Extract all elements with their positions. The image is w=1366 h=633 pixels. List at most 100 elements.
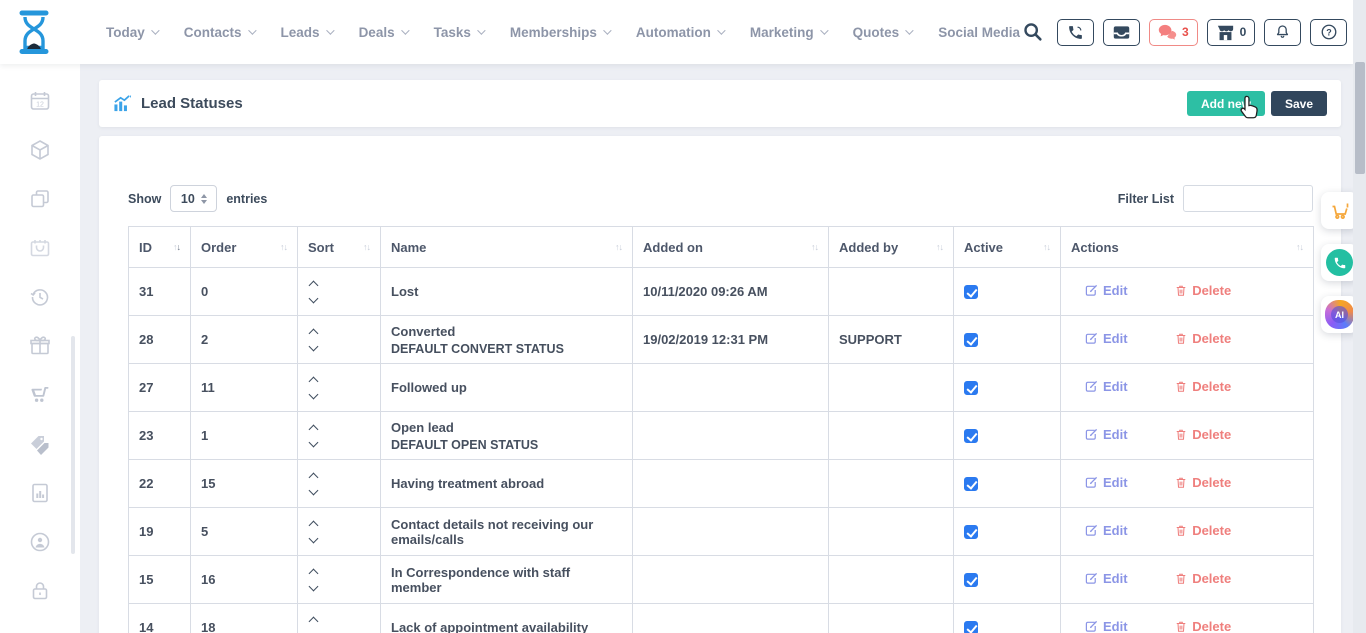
active-checkbox[interactable] bbox=[964, 285, 978, 299]
sidebar-item-pages[interactable] bbox=[0, 174, 80, 223]
sidebar-item-shop[interactable] bbox=[0, 370, 80, 419]
cell-sort bbox=[298, 268, 381, 316]
sidebar-item-account[interactable] bbox=[0, 517, 80, 566]
sidebar: 12 bbox=[0, 64, 80, 633]
move-up-button[interactable] bbox=[309, 328, 319, 338]
sidebar-item-gifts[interactable] bbox=[0, 321, 80, 370]
col-header-name[interactable]: Name↑↓ bbox=[381, 227, 633, 268]
move-down-button[interactable] bbox=[309, 389, 319, 399]
sidebar-item-security[interactable] bbox=[0, 566, 80, 615]
nav-item-quotes[interactable]: Quotes bbox=[853, 25, 912, 40]
cell-sort bbox=[298, 316, 381, 364]
move-down-button[interactable] bbox=[309, 437, 319, 447]
move-up-button[interactable] bbox=[309, 280, 319, 290]
phone-button[interactable] bbox=[1057, 19, 1094, 46]
move-up-button[interactable] bbox=[309, 424, 319, 434]
edit-link[interactable]: Edit bbox=[1085, 283, 1128, 298]
move-down-button[interactable] bbox=[309, 533, 319, 543]
nav-item-marketing[interactable]: Marketing bbox=[750, 25, 826, 40]
delete-link[interactable]: Delete bbox=[1175, 619, 1231, 633]
page-scrollbar-thumb[interactable] bbox=[1355, 62, 1365, 174]
nav-item-memberships[interactable]: Memberships bbox=[510, 25, 609, 40]
col-header-added-on[interactable]: Added on↑↓ bbox=[633, 227, 829, 268]
sidebar-item-packages[interactable] bbox=[0, 125, 80, 174]
add-new-button[interactable]: Add new bbox=[1187, 91, 1265, 116]
topbar-actions: 3 0 ? bbox=[1020, 17, 1366, 48]
cell-active bbox=[954, 268, 1061, 316]
col-header-added-by[interactable]: Added by↑↓ bbox=[829, 227, 954, 268]
nav-item-tasks[interactable]: Tasks bbox=[434, 25, 483, 40]
move-down-button[interactable] bbox=[309, 293, 319, 303]
active-checkbox[interactable] bbox=[964, 381, 978, 395]
chevron-down-icon bbox=[905, 26, 913, 34]
nav-item-social-media[interactable]: Social Media bbox=[938, 25, 1020, 40]
cell-added-on bbox=[633, 508, 829, 556]
app-logo[interactable] bbox=[14, 8, 54, 56]
move-down-button[interactable] bbox=[309, 341, 319, 351]
nav-item-automation[interactable]: Automation bbox=[636, 25, 723, 40]
active-checkbox[interactable] bbox=[964, 333, 978, 347]
nav-item-today[interactable]: Today bbox=[106, 25, 157, 40]
sidebar-item-history[interactable] bbox=[0, 272, 80, 321]
col-header-actions[interactable]: Actions↑↓ bbox=[1061, 227, 1314, 268]
col-header-id[interactable]: ID↑↓ bbox=[129, 227, 191, 268]
delete-link[interactable]: Delete bbox=[1175, 283, 1231, 298]
sidebar-scrollbar-thumb[interactable] bbox=[71, 336, 75, 554]
active-checkbox[interactable] bbox=[964, 573, 978, 587]
chat-button[interactable]: 3 bbox=[1149, 19, 1198, 46]
edit-link[interactable]: Edit bbox=[1085, 427, 1128, 442]
active-checkbox[interactable] bbox=[964, 429, 978, 443]
move-up-button[interactable] bbox=[309, 568, 319, 578]
help-icon: ? bbox=[1320, 23, 1338, 41]
move-up-button[interactable] bbox=[309, 472, 319, 482]
edit-link[interactable]: Edit bbox=[1085, 571, 1128, 586]
filter-input[interactable] bbox=[1183, 185, 1313, 212]
delete-link[interactable]: Delete bbox=[1175, 427, 1231, 442]
phone-icon bbox=[1067, 24, 1084, 41]
delete-link[interactable]: Delete bbox=[1175, 571, 1231, 586]
help-button[interactable]: ? bbox=[1310, 19, 1347, 46]
sidebar-item-bookings[interactable] bbox=[0, 223, 80, 272]
cell-actions: Edit Delete bbox=[1061, 316, 1314, 364]
status-name: Open lead bbox=[391, 420, 622, 435]
sort-icon: ↑↓ bbox=[1296, 242, 1303, 252]
delete-link[interactable]: Delete bbox=[1175, 523, 1231, 538]
page-size-select[interactable]: 10 bbox=[170, 185, 217, 212]
edit-link[interactable]: Edit bbox=[1085, 379, 1128, 394]
save-button[interactable]: Save bbox=[1271, 91, 1327, 116]
nav-item-deals[interactable]: Deals bbox=[359, 25, 407, 40]
move-down-button[interactable] bbox=[309, 629, 319, 633]
search-button[interactable] bbox=[1020, 19, 1046, 45]
active-checkbox[interactable] bbox=[964, 477, 978, 491]
active-checkbox[interactable] bbox=[964, 621, 978, 633]
sidebar-item-calendar[interactable]: 12 bbox=[0, 76, 80, 125]
cell-added-by bbox=[829, 268, 954, 316]
sidebar-item-tags[interactable] bbox=[0, 419, 80, 468]
edit-link[interactable]: Edit bbox=[1085, 619, 1128, 633]
col-header-sort[interactable]: Sort↑↓ bbox=[298, 227, 381, 268]
sort-icon: ↑↓ bbox=[811, 242, 818, 252]
delete-link[interactable]: Delete bbox=[1175, 379, 1231, 394]
move-down-button[interactable] bbox=[309, 581, 319, 591]
move-up-button[interactable] bbox=[309, 616, 319, 626]
active-checkbox[interactable] bbox=[964, 525, 978, 539]
move-up-button[interactable] bbox=[309, 376, 319, 386]
delete-link[interactable]: Delete bbox=[1175, 475, 1231, 490]
notifications-button[interactable] bbox=[1264, 19, 1301, 46]
nav-item-leads[interactable]: Leads bbox=[281, 25, 332, 40]
sidebar-item-reports[interactable] bbox=[0, 468, 80, 517]
chevron-down-icon bbox=[401, 26, 409, 34]
edit-link[interactable]: Edit bbox=[1085, 475, 1128, 490]
move-down-button[interactable] bbox=[309, 485, 319, 495]
delete-link[interactable]: Delete bbox=[1175, 331, 1231, 346]
store-button[interactable]: 0 bbox=[1207, 19, 1256, 46]
tags-icon bbox=[28, 432, 52, 456]
inbox-button[interactable] bbox=[1103, 19, 1140, 46]
col-header-order[interactable]: Order↑↓ bbox=[191, 227, 298, 268]
chevron-down-icon bbox=[820, 26, 828, 34]
move-up-button[interactable] bbox=[309, 520, 319, 530]
edit-link[interactable]: Edit bbox=[1085, 331, 1128, 346]
edit-link[interactable]: Edit bbox=[1085, 523, 1128, 538]
col-header-active[interactable]: Active↑↓ bbox=[954, 227, 1061, 268]
nav-item-contacts[interactable]: Contacts bbox=[184, 25, 254, 40]
